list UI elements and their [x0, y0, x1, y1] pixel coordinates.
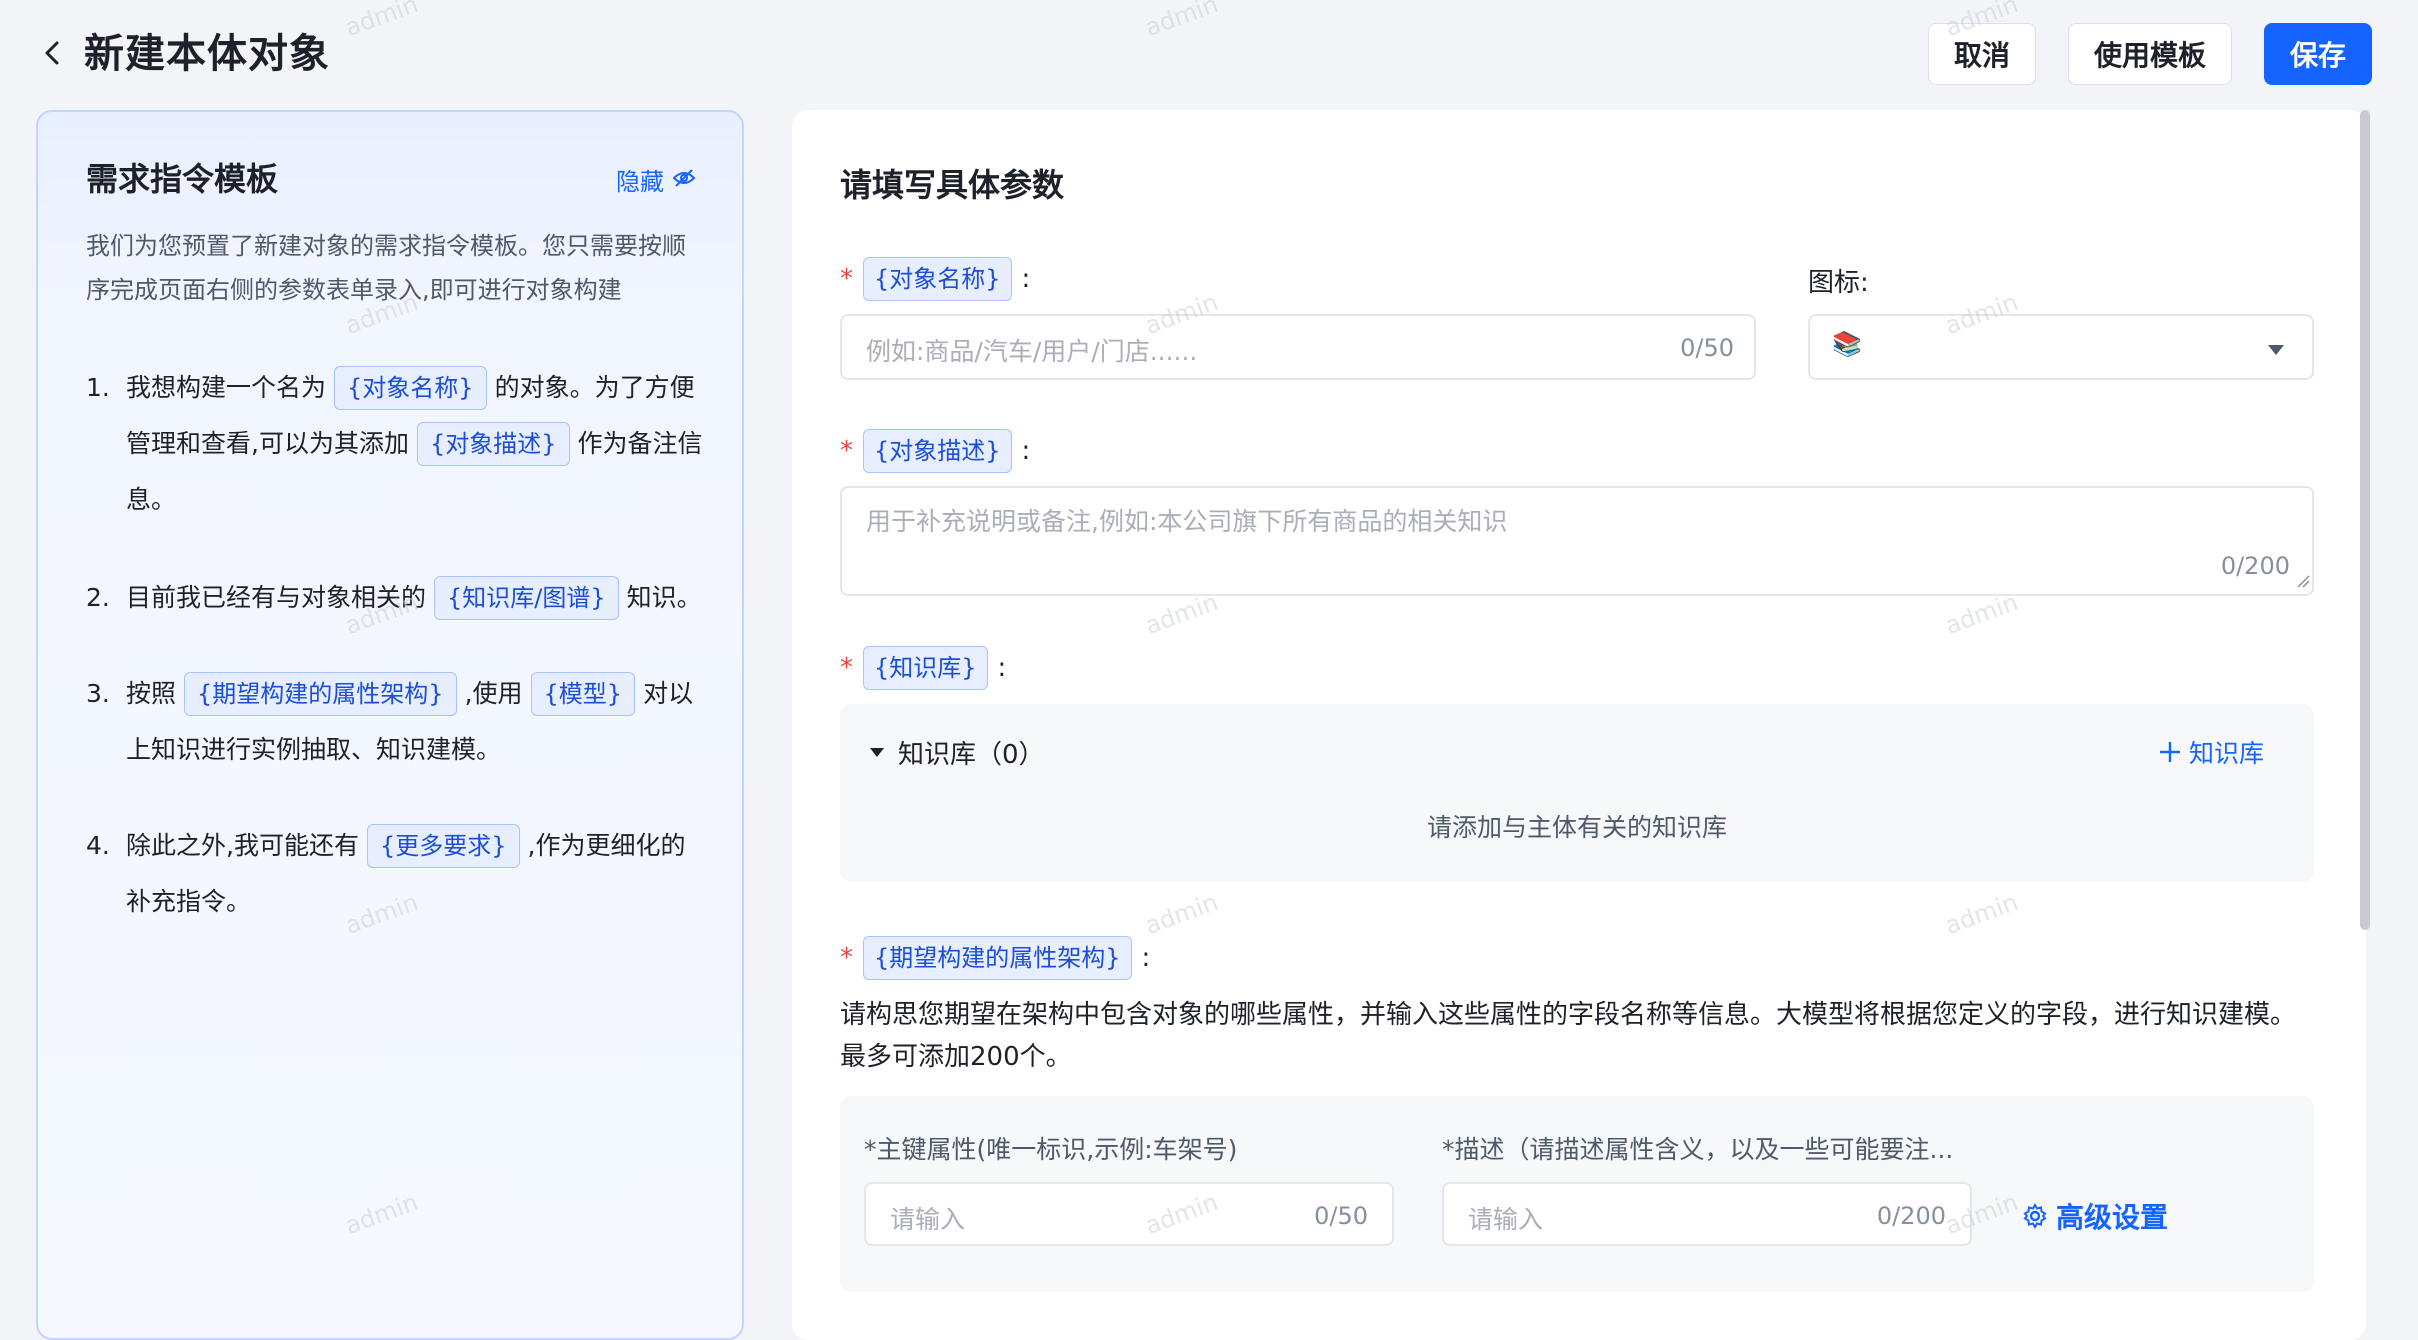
panel-title: 需求指令模板: [86, 160, 279, 198]
knowledge-base-header: 知识库（0）: [898, 740, 1045, 770]
cancel-button[interactable]: 取消: [1928, 23, 2036, 85]
knowledge-base-empty-text: 请添加与主体有关的知识库: [1426, 813, 1727, 842]
parameter-form-card: 请填写具体参数 * {对象名称} : 例如:商品/汽车/用户/门店...... …: [792, 110, 2366, 1340]
step-text: 知识。: [626, 583, 702, 612]
step-text: 按照: [126, 679, 177, 708]
knowledge-base-tag: {知识库}: [863, 646, 988, 690]
attribute-description-label: *描述（请描述属性含义，以及一些可能要注...: [1442, 1135, 1954, 1164]
hide-panel-button[interactable]: 隐藏: [616, 162, 696, 197]
back-chevron-icon[interactable]: [38, 38, 68, 68]
label-colon: :: [997, 653, 1007, 683]
attribute-description-input[interactable]: 请输入 0/200: [1442, 1182, 1972, 1246]
watermark: admin: [341, 0, 422, 43]
object-desc-placeholder: 用于补充说明或备注,例如:本公司旗下所有商品的相关知识: [866, 507, 1508, 536]
label-colon: :: [1021, 436, 1031, 466]
knowledge-base-collapse-toggle[interactable]: 知识库（0）: [870, 734, 1045, 771]
advanced-settings-button[interactable]: 高级设置: [2022, 1196, 2168, 1236]
step-number: 1.: [86, 373, 110, 402]
object-desc-label: * {对象描述} :: [840, 429, 1030, 473]
add-knowledge-base-label: 知识库: [2188, 739, 2264, 768]
instruction-template-panel: 需求指令模板 隐藏 我们为您预置了新建对象的需求指令模板。您只需要按顺序完成页面…: [36, 110, 744, 1340]
step-1: 1. 我想构建一个名为 {对象名称} 的对象。为了方便管理和查看,可以为其添加 {对象…: [86, 360, 706, 528]
required-mark: *: [840, 436, 853, 466]
required-mark: *: [840, 943, 853, 973]
page-title: 新建本体对象: [84, 31, 330, 77]
attribute-schema-tag: {期望构建的属性架构}: [863, 936, 1132, 980]
use-template-button[interactable]: 使用模板: [2068, 23, 2232, 85]
save-button[interactable]: 保存: [2264, 23, 2372, 85]
step-text: 我想构建一个名为: [126, 373, 327, 402]
step-number: 2.: [86, 583, 110, 612]
step-number: 4.: [86, 831, 110, 860]
tag-knowledge-base[interactable]: {知识库/图谱}: [434, 576, 619, 620]
tag-more-requirements[interactable]: {更多要求}: [366, 824, 520, 868]
icon-select[interactable]: 📚: [1808, 314, 2314, 380]
hide-label: 隐藏: [616, 168, 664, 196]
label-colon: :: [1141, 943, 1151, 973]
step-text: ,使用: [464, 679, 523, 708]
primary-key-label: *主键属性(唯一标识,示例:车架号): [864, 1135, 1238, 1164]
step-text: 目前我已经有与对象相关的: [126, 583, 427, 612]
step-text: 除此之外,我可能还有: [126, 831, 359, 860]
panel-description: 我们为您预置了新建对象的需求指令模板。您只需要按顺序完成页面右侧的参数表单录入,…: [86, 232, 686, 304]
object-name-placeholder: 例如:商品/汽车/用户/门店......: [866, 337, 1198, 366]
attribute-schema-description: 请构思您期望在架构中包含对象的哪些属性，并输入这些属性的字段名称等信息。大模型将…: [840, 1000, 2297, 1072]
object-name-input[interactable]: 例如:商品/汽车/用户/门店...... 0/50: [840, 314, 1756, 380]
primary-key-counter: 0/50: [1314, 1202, 1368, 1230]
form-scrollbar[interactable]: [2360, 110, 2370, 930]
step-3: 3. 按照 {期望构建的属性架构} ,使用 {模型} 对以上知识进行实例抽取、知识建模。: [86, 666, 706, 778]
required-mark: *: [840, 653, 853, 683]
label-colon: :: [1021, 264, 1031, 294]
attribute-description-counter: 0/200: [1876, 1202, 1946, 1230]
icon-label: 图标:: [1808, 268, 1869, 298]
step-4: 4. 除此之外,我可能还有 {更多要求} ,作为更细化的补充指令。: [86, 818, 706, 930]
plus-icon: [2159, 742, 2180, 762]
object-name-tag: {对象名称}: [863, 257, 1012, 301]
attribute-description-placeholder: 请输入: [1468, 1205, 1544, 1234]
tag-attribute-schema[interactable]: {期望构建的属性架构}: [184, 672, 457, 716]
primary-key-input[interactable]: 请输入 0/50: [864, 1182, 1394, 1246]
eye-off-icon: [672, 166, 696, 194]
object-desc-tag: {对象描述}: [863, 429, 1012, 473]
step-number: 3.: [86, 679, 110, 708]
watermark: admin: [1141, 0, 1222, 43]
caret-down-icon: [2268, 342, 2284, 361]
tag-object-name[interactable]: {对象名称}: [334, 366, 487, 410]
form-section-title: 请填写具体参数: [840, 166, 1065, 204]
step-2: 2. 目前我已经有与对象相关的 {知识库/图谱} 知识。: [86, 570, 706, 626]
knowledge-base-label: * {知识库} :: [840, 646, 1006, 690]
tag-model[interactable]: {模型}: [530, 672, 636, 716]
attribute-schema-label: * {期望构建的属性架构} :: [840, 936, 1150, 980]
object-name-label: * {对象名称} :: [840, 257, 1030, 301]
object-name-counter: 0/50: [1680, 334, 1734, 362]
gear-icon: [2023, 1203, 2047, 1229]
add-knowledge-base-button[interactable]: 知识库: [2159, 734, 2264, 770]
attribute-row-box: *主键属性(唯一标识,示例:车架号) 请输入 0/50 *描述（请描述属性含义，…: [840, 1096, 2314, 1292]
triangle-down-icon: [870, 747, 884, 757]
primary-key-placeholder: 请输入: [890, 1205, 966, 1234]
books-icon: 📚: [1832, 330, 1862, 358]
advanced-settings-label: 高级设置: [2056, 1201, 2169, 1234]
resize-handle-icon[interactable]: [2296, 573, 2310, 592]
required-mark: *: [840, 264, 853, 294]
knowledge-base-box: 知识库（0） 知识库 请添加与主体有关的知识库: [840, 704, 2314, 882]
object-desc-textarea[interactable]: 用于补充说明或备注,例如:本公司旗下所有商品的相关知识 0/200: [840, 486, 2314, 596]
object-desc-counter: 0/200: [2220, 552, 2290, 580]
tag-object-desc[interactable]: {对象描述}: [416, 422, 570, 466]
